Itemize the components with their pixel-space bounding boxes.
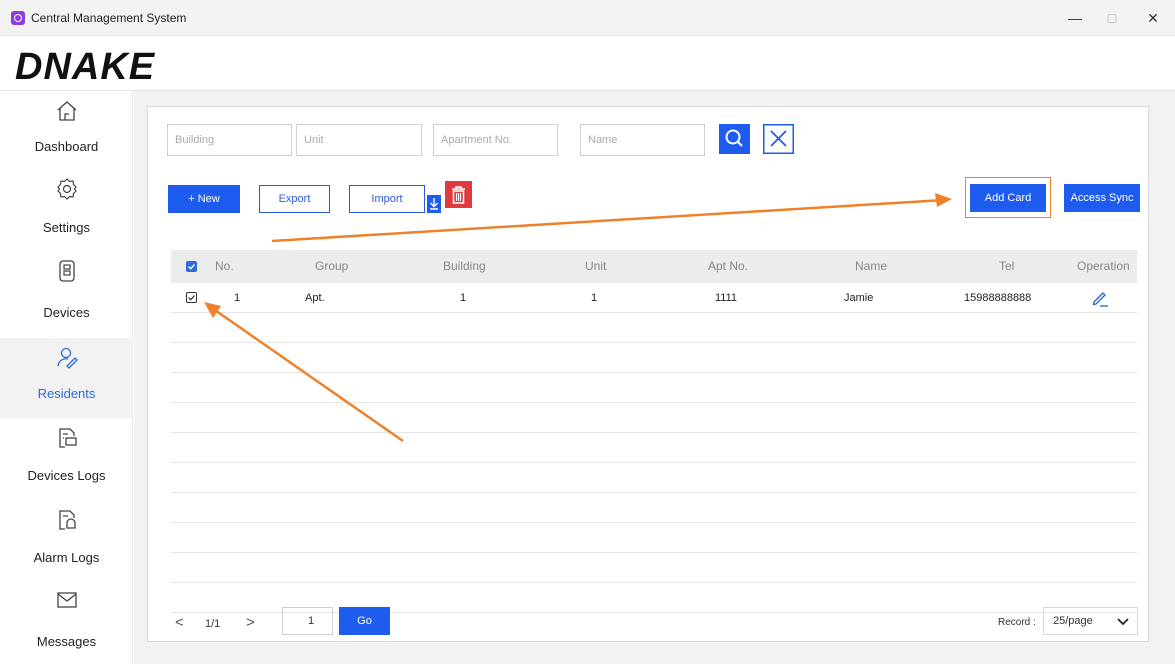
alarm-logs-icon bbox=[59, 510, 76, 530]
table-row[interactable]: 1 Apt. 1 1 1111 Jamie 15988888888 bbox=[171, 283, 1137, 313]
column-header-group: Group bbox=[315, 259, 349, 273]
column-header-unit: Unit bbox=[585, 259, 607, 273]
page-size-select[interactable]: 25/page bbox=[1043, 607, 1138, 635]
window-titlebar: Central Management System — □ ✕ bbox=[0, 0, 1175, 36]
close-button[interactable]: ✕ bbox=[1133, 6, 1173, 30]
page-number-input[interactable]: 1 bbox=[282, 607, 333, 635]
select-all-checkbox[interactable] bbox=[186, 261, 197, 272]
minimize-button[interactable]: — bbox=[1055, 6, 1095, 30]
sidebar-item-label: Devices Logs bbox=[27, 468, 106, 483]
brand-logo: DNAKE bbox=[15, 46, 156, 88]
column-header-name: Name bbox=[855, 259, 888, 273]
prev-page-button[interactable]: < bbox=[175, 614, 184, 631]
download-template-icon[interactable] bbox=[427, 195, 441, 213]
cell-group: Apt. bbox=[305, 292, 325, 304]
empty-row bbox=[171, 523, 1137, 553]
export-button[interactable]: Export bbox=[259, 185, 330, 213]
window-title: Central Management System bbox=[31, 11, 187, 25]
cell-apt-no: 1111 bbox=[715, 292, 738, 304]
column-header-apt-no: Apt No. bbox=[708, 259, 749, 273]
edit-icon[interactable] bbox=[1091, 289, 1109, 307]
cell-building: 1 bbox=[460, 292, 467, 304]
sidebar-item-messages[interactable]: Messages bbox=[0, 584, 133, 664]
maximize-button[interactable]: □ bbox=[1092, 6, 1132, 30]
row-checkbox[interactable] bbox=[186, 292, 197, 303]
new-button[interactable]: + New bbox=[168, 185, 240, 213]
sidebar-item-settings[interactable]: Settings bbox=[0, 173, 133, 253]
gear-icon bbox=[57, 178, 77, 200]
cell-unit: 1 bbox=[591, 292, 598, 304]
chevron-down-icon bbox=[1117, 618, 1129, 626]
envelope-icon bbox=[57, 592, 77, 608]
sidebar-item-label: Residents bbox=[37, 386, 96, 401]
apartment-filter-input[interactable]: Apartment No. bbox=[433, 124, 558, 156]
sidebar-item-label: Dashboard bbox=[34, 139, 99, 154]
empty-row bbox=[171, 433, 1137, 463]
unit-filter-input[interactable]: Unit bbox=[296, 124, 422, 156]
name-filter-input[interactable]: Name bbox=[580, 124, 705, 156]
app-icon bbox=[11, 11, 25, 25]
sidebar-item-devices[interactable]: Devices bbox=[0, 255, 133, 335]
sidebar-item-label: Devices bbox=[43, 305, 90, 320]
empty-row bbox=[171, 553, 1137, 583]
empty-row bbox=[171, 373, 1137, 403]
empty-row bbox=[171, 463, 1137, 493]
column-header-tel: Tel bbox=[999, 259, 1015, 273]
page-info: 1/1 bbox=[205, 618, 221, 630]
sidebar-item-label: Alarm Logs bbox=[33, 550, 100, 565]
empty-row bbox=[171, 403, 1137, 433]
residents-icon bbox=[57, 347, 78, 369]
column-header-operation: Operation bbox=[1077, 259, 1130, 273]
residents-panel: Building Unit Apartment No. Name + New E… bbox=[147, 106, 1149, 642]
building-filter-input[interactable]: Building bbox=[167, 124, 292, 156]
import-button[interactable]: Import bbox=[349, 185, 425, 213]
main-content: Building Unit Apartment No. Name + New E… bbox=[134, 91, 1175, 664]
sidebar-item-dashboard[interactable]: Dashboard bbox=[0, 91, 133, 171]
empty-row bbox=[171, 313, 1137, 343]
search-button[interactable] bbox=[719, 124, 750, 154]
sidebar-item-alarm-logs[interactable]: Alarm Logs bbox=[0, 502, 133, 582]
access-sync-button[interactable]: Access Sync bbox=[1064, 184, 1140, 212]
sidebar: Dashboard Settings Devices Residents Dev… bbox=[0, 91, 133, 664]
clear-filters-button[interactable] bbox=[763, 124, 794, 154]
sidebar-item-residents[interactable]: Residents bbox=[0, 338, 133, 418]
device-icon bbox=[59, 260, 75, 282]
table-header: No. Group Building Unit Apt No. Name Tel… bbox=[171, 250, 1137, 283]
cell-no: 1 bbox=[234, 292, 241, 304]
devices-logs-icon bbox=[59, 428, 77, 448]
sidebar-item-devices-logs[interactable]: Devices Logs bbox=[0, 420, 133, 500]
empty-row bbox=[171, 343, 1137, 373]
go-button[interactable]: Go bbox=[339, 607, 390, 635]
sidebar-item-label: Settings bbox=[43, 220, 90, 235]
delete-button[interactable] bbox=[445, 181, 472, 208]
record-label: Record : bbox=[998, 617, 1036, 628]
add-card-button[interactable]: Add Card bbox=[970, 184, 1046, 212]
column-header-no: No. bbox=[215, 259, 234, 273]
page-size-value: 25/page bbox=[1053, 615, 1093, 627]
column-header-building: Building bbox=[443, 259, 486, 273]
next-page-button[interactable]: > bbox=[246, 614, 255, 631]
cell-name: Jamie bbox=[844, 292, 874, 304]
sidebar-item-label: Messages bbox=[36, 634, 97, 649]
empty-row bbox=[171, 493, 1137, 523]
home-icon bbox=[57, 101, 77, 121]
cell-tel: 15988888888 bbox=[964, 292, 1032, 304]
